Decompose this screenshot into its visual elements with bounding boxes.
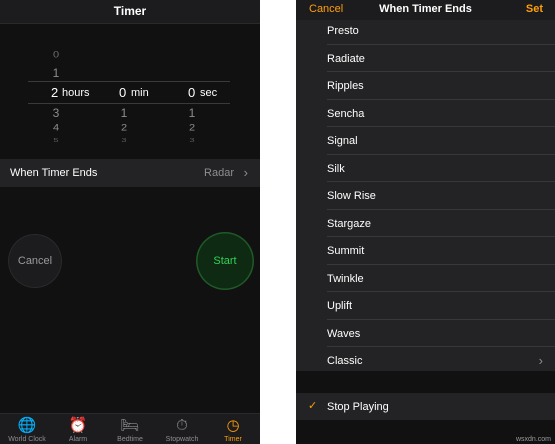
picker-seconds-option[interactable]: 3 <box>182 137 202 143</box>
picker-seconds-option[interactable]: 2 <box>182 123 202 133</box>
picker-minutes-selected[interactable]: 0 <box>119 85 126 100</box>
tab-label: World Clock <box>8 436 46 443</box>
sound-option-label: Stargaze <box>327 217 372 230</box>
tab-label: Alarm <box>68 436 88 443</box>
sound-option[interactable]: Signal <box>296 127 555 155</box>
bed-icon: 🛏 <box>120 417 140 434</box>
sound-option-label: Twinkle <box>327 272 364 285</box>
tab-bar: 🌐 World Clock ⏰ Alarm 🛏 Bedtime ⏱ Stopwa… <box>0 413 260 444</box>
start-button[interactable]: Start <box>199 235 251 287</box>
picker-minutes-option[interactable]: 2 <box>114 123 134 133</box>
sound-option-label: Uplift <box>327 300 353 312</box>
tab-timer[interactable]: ◷ Timer <box>207 417 259 444</box>
sound-option[interactable]: Uplift <box>296 292 555 320</box>
sound-option-label: Waves <box>327 327 361 340</box>
cancel-button[interactable]: Cancel <box>9 235 61 287</box>
sound-option-label: Classic <box>327 355 363 367</box>
sound-option[interactable]: Ripples <box>296 72 555 100</box>
tab-label: Stopwatch <box>165 436 199 443</box>
tab-label: Bedtime <box>117 436 143 443</box>
set-button[interactable]: Set <box>526 3 543 15</box>
sound-list: Presto Radiate Ripples Sencha Signal Silk Slow… <box>296 17 555 375</box>
sound-option-label: Signal <box>327 135 358 147</box>
sound-option[interactable]: Sencha <box>296 99 555 127</box>
sound-option[interactable]: Slow Rise <box>296 182 555 210</box>
sound-option[interactable]: Twinkle <box>296 264 555 292</box>
sound-option[interactable]: Silk <box>296 154 555 182</box>
picker-hours-option[interactable]: 4 <box>46 123 66 133</box>
duration-picker[interactable]: 0 1 2 hours 3 4 5 0 min 1 2 3 0 sec 1 2 … <box>0 40 260 150</box>
page-title: Timer <box>113 4 147 18</box>
picker-seconds-selected[interactable]: 0 <box>188 85 195 100</box>
tab-world-clock[interactable]: 🌐 World Clock <box>1 417 53 444</box>
stopwatch-icon: ⏱ <box>176 417 188 434</box>
sound-option[interactable]: Radiate <box>296 44 555 72</box>
sound-option[interactable]: Waves <box>296 319 555 347</box>
picker-hours-selected[interactable]: 2 <box>51 85 58 100</box>
picker-hours-option[interactable]: 3 <box>46 106 66 120</box>
sound-option[interactable]: Presto <box>296 17 555 45</box>
picker-seconds-option[interactable]: 1 <box>182 106 202 120</box>
picker-hours-option[interactable]: 5 <box>46 137 66 143</box>
chevron-right-icon: › <box>538 353 543 368</box>
tab-alarm[interactable]: ⏰ Alarm <box>52 417 104 444</box>
sound-option[interactable]: Stargaze <box>296 209 555 237</box>
picker-hours-option[interactable]: 0 <box>46 50 66 60</box>
section-gap <box>296 371 555 393</box>
timer-icon: ◷ <box>226 417 240 434</box>
checkmark-icon: ✓ <box>308 400 318 412</box>
chevron-right-icon: › <box>243 165 248 180</box>
sound-option-label: Radiate <box>327 52 365 65</box>
sound-option-label: Summit <box>327 245 365 257</box>
tab-label: Timer <box>224 436 242 443</box>
picker-minutes-option[interactable]: 3 <box>114 137 134 143</box>
stop-playing-label: Stop Playing <box>327 401 389 413</box>
picker-divider-bottom <box>28 103 230 104</box>
sound-option[interactable]: Summit <box>296 237 555 265</box>
nav-bar: Timer <box>0 0 260 24</box>
page-title: When Timer Ends <box>379 3 472 15</box>
sound-option-label: Presto <box>327 25 359 37</box>
picker-minutes-option[interactable]: 1 <box>114 106 134 120</box>
sound-option-label: Ripples <box>327 80 364 92</box>
tab-stopwatch[interactable]: ⏱ Stopwatch <box>156 417 208 444</box>
picker-hours-unit: hours <box>62 87 90 99</box>
sound-option-label: Silk <box>327 162 345 175</box>
picker-hours-option[interactable]: 1 <box>46 66 66 80</box>
picker-seconds-unit: sec <box>200 87 218 99</box>
picker-divider-top <box>28 81 230 82</box>
when-timer-ends-value: Radar <box>204 167 234 179</box>
when-timer-ends-screen: Presto Radiate Ripples Sencha Signal Silk Slow… <box>296 0 555 444</box>
sound-option-label: Sencha <box>327 107 365 120</box>
when-timer-ends-row[interactable]: When Timer Ends Radar › <box>0 159 260 187</box>
picker-minutes-unit: min <box>131 87 149 99</box>
stop-playing-row[interactable]: ✓ Stop Playing <box>296 393 555 420</box>
when-timer-ends-label: When Timer Ends <box>10 167 98 179</box>
timer-screen: Timer 0 1 2 hours 3 4 5 0 min 1 2 3 0 se… <box>0 0 260 444</box>
sound-option-label: Slow Rise <box>327 190 376 202</box>
tab-bedtime[interactable]: 🛏 Bedtime <box>104 417 156 444</box>
watermark: wsxdn.com <box>515 436 551 443</box>
globe-icon: 🌐 <box>17 417 37 434</box>
alarm-clock-icon: ⏰ <box>68 417 88 434</box>
nav-bar: Cancel When Timer Ends Set <box>296 0 555 20</box>
